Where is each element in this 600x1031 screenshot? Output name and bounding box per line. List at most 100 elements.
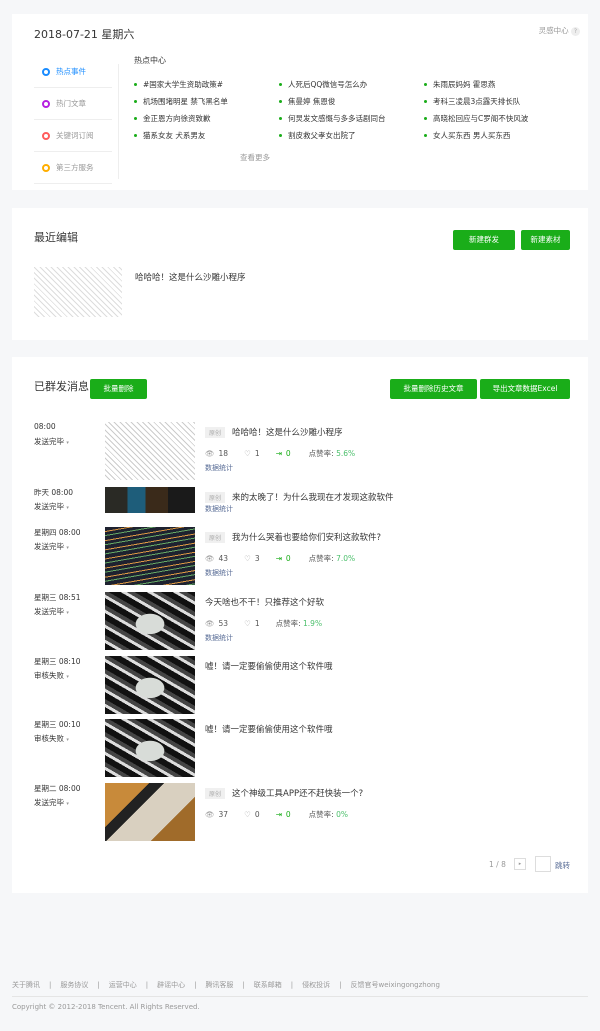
- footer-link[interactable]: 联系邮箱: [254, 981, 282, 989]
- article-title[interactable]: 原创 来的太晚了！为什么我现在才发现这款软件: [205, 491, 394, 503]
- separator: |: [290, 981, 294, 989]
- footer-link[interactable]: 服务协议: [60, 981, 88, 989]
- status-dropdown[interactable]: 审核失败 ▾: [34, 670, 69, 681]
- hot-topic-link[interactable]: 人死后QQ微信号怎么办: [278, 79, 367, 90]
- separator: |: [339, 981, 342, 989]
- recent-thumbnail[interactable]: [34, 267, 122, 317]
- next-page-button[interactable]: ▸: [514, 858, 526, 870]
- like-rate-label: 点赞率:: [308, 554, 337, 563]
- send-time: 08:00: [34, 422, 56, 431]
- side-tab-3[interactable]: 第三方服务: [34, 152, 112, 184]
- separator: |: [194, 981, 197, 989]
- eye-icon: 👁: [205, 554, 215, 563]
- batch-delete-button[interactable]: 批量删除: [90, 379, 147, 399]
- data-stats-link[interactable]: 数据统计: [205, 504, 233, 514]
- side-tab-0[interactable]: 热点事件: [34, 56, 112, 88]
- status-label: 发送完毕: [34, 607, 64, 616]
- footer-link[interactable]: 辟谣中心: [157, 981, 185, 989]
- eye-icon: 👁: [205, 449, 215, 458]
- side-tab-2[interactable]: 关键词订阅: [34, 120, 112, 152]
- separator: |: [97, 981, 100, 989]
- batch-delete-history-button[interactable]: 批量删除历史文章: [390, 379, 477, 399]
- new-mass-button[interactable]: 新建群发: [453, 230, 515, 250]
- share-icon: ⇥: [275, 810, 282, 819]
- hot-topic-link[interactable]: 猫系女友 犬系男友: [133, 130, 205, 141]
- hot-card: 2018-07-21 星期六 灵感中心 ? 热点事件 热门文章 关键词订阅 第三方服务…: [12, 14, 588, 190]
- send-time: 星期三 08:51: [34, 593, 81, 602]
- status-label: 发送完毕: [34, 502, 64, 511]
- article-title[interactable]: 原创 这个神级工具APP还不赶快装一个?: [205, 787, 363, 799]
- status-dropdown[interactable]: 审核失败 ▾: [34, 733, 69, 744]
- article-title[interactable]: 原创 哈哈哈！这是什么沙雕小程序: [205, 426, 343, 438]
- send-time: 星期四 08:00: [34, 528, 81, 537]
- data-stats-link[interactable]: 数据统计: [205, 633, 233, 643]
- inspiration-center-link[interactable]: 灵感中心 ?: [539, 25, 580, 36]
- hot-topic-link[interactable]: 金正恩方向徐资致歉: [134, 113, 211, 124]
- jump-button[interactable]: 跳转: [555, 860, 570, 871]
- hot-topic-link[interactable]: 何炅发文感慨与多多话剧同台: [279, 113, 386, 124]
- export-excel-button[interactable]: 导出文章数据Excel: [480, 379, 570, 399]
- heart-icon: ♡: [244, 449, 251, 458]
- article-title-text: 嘘！请一定要偷偷使用这个软件哦: [205, 725, 333, 735]
- separator: |: [49, 981, 52, 989]
- recent-item-title[interactable]: 哈哈哈！这是什么沙雕小程序: [135, 271, 246, 283]
- footer-divider: [12, 996, 588, 997]
- like-rate-label: 点赞率:: [308, 810, 337, 819]
- article-thumbnail[interactable]: [105, 527, 195, 585]
- footer-link[interactable]: 腾讯客服: [205, 981, 233, 989]
- status-dropdown[interactable]: 发送完毕 ▾: [34, 541, 69, 552]
- article-title[interactable]: 嘘！请一定要偷偷使用这个软件哦: [205, 660, 333, 672]
- view-more-link[interactable]: 查看更多: [240, 152, 270, 163]
- status-dropdown[interactable]: 发送完毕 ▾: [34, 606, 69, 617]
- page-indicator: 1 / 8: [489, 860, 506, 869]
- article-thumbnail[interactable]: [105, 783, 195, 841]
- footer-link[interactable]: 关于腾讯: [12, 981, 40, 989]
- status-label: 发送完毕: [34, 798, 64, 807]
- article-thumbnail[interactable]: [105, 422, 195, 480]
- hot-topic-link[interactable]: 女人买东西 男人买东西: [423, 130, 510, 141]
- send-time: 昨天 08:00: [34, 488, 73, 497]
- article-title[interactable]: 嘘！请一定要偷偷使用这个软件哦: [205, 723, 333, 735]
- article-title[interactable]: 原创 我为什么哭着也要给你们安利这款软件?: [205, 531, 381, 543]
- original-tag: 原创: [205, 427, 226, 438]
- share-count: 0: [285, 449, 291, 458]
- status-dropdown[interactable]: 发送完毕 ▾: [34, 436, 69, 447]
- hot-topic-link[interactable]: 朱雨辰妈妈 霍思燕: [423, 79, 495, 90]
- new-material-button[interactable]: 新建素材: [521, 230, 570, 250]
- hot-topic-link[interactable]: 高晓松回应与C罗阁不快风波: [423, 113, 528, 124]
- sent-card: 已群发消息 批量删除 批量删除历史文章 导出文章数据Excel 08:00 发送…: [12, 357, 588, 893]
- original-tag: 原创: [205, 492, 226, 503]
- like-rate-label: 点赞率:: [308, 449, 337, 458]
- circle-icon: [42, 132, 50, 140]
- caret-down-icon: ▾: [66, 440, 69, 446]
- caret-down-icon: ▾: [66, 610, 69, 616]
- circle-icon: [42, 164, 50, 172]
- side-tab-label: 热点事件: [56, 67, 86, 76]
- view-count: 37: [218, 810, 229, 819]
- hot-topic-link[interactable]: 机场围堵明星 禁飞黑名单: [134, 96, 228, 107]
- data-stats-link[interactable]: 数据统计: [205, 463, 233, 473]
- article-stats: 👁 53 ♡ 1 点赞率: 1.9%: [205, 618, 326, 629]
- recent-title: 最近编辑: [34, 231, 78, 244]
- footer-link[interactable]: 侵权投诉: [302, 981, 330, 989]
- status-dropdown[interactable]: 发送完毕 ▾: [34, 501, 69, 512]
- status-dropdown[interactable]: 发送完毕 ▾: [34, 797, 69, 808]
- eye-icon: 👁: [205, 619, 215, 628]
- hot-topic-link[interactable]: #国家大学生资助政策#: [133, 79, 223, 90]
- article-thumbnail[interactable]: [105, 487, 195, 513]
- caret-down-icon: ▾: [66, 801, 69, 807]
- hot-topic-link[interactable]: 焦曼婷 焦恩俊: [278, 96, 335, 107]
- hot-topic-link[interactable]: 割皮救父孝女出院了: [279, 130, 356, 141]
- circle-icon: [42, 68, 50, 76]
- like-count: 1: [254, 449, 260, 458]
- data-stats-link[interactable]: 数据统计: [205, 568, 233, 578]
- article-thumbnail[interactable]: [105, 592, 195, 650]
- footer-link[interactable]: 反馈官号weixingongzhong: [351, 981, 440, 989]
- article-thumbnail[interactable]: [105, 719, 195, 777]
- article-thumbnail[interactable]: [105, 656, 195, 714]
- article-title[interactable]: 今天啥也不干！只推荐这个好软: [205, 596, 324, 608]
- hot-topic-link[interactable]: 考科三凌晨3点露天排长队: [423, 96, 520, 107]
- page-jump-input[interactable]: [535, 856, 551, 872]
- side-tab-1[interactable]: 热门文章: [34, 88, 112, 120]
- footer-link[interactable]: 运营中心: [109, 981, 137, 989]
